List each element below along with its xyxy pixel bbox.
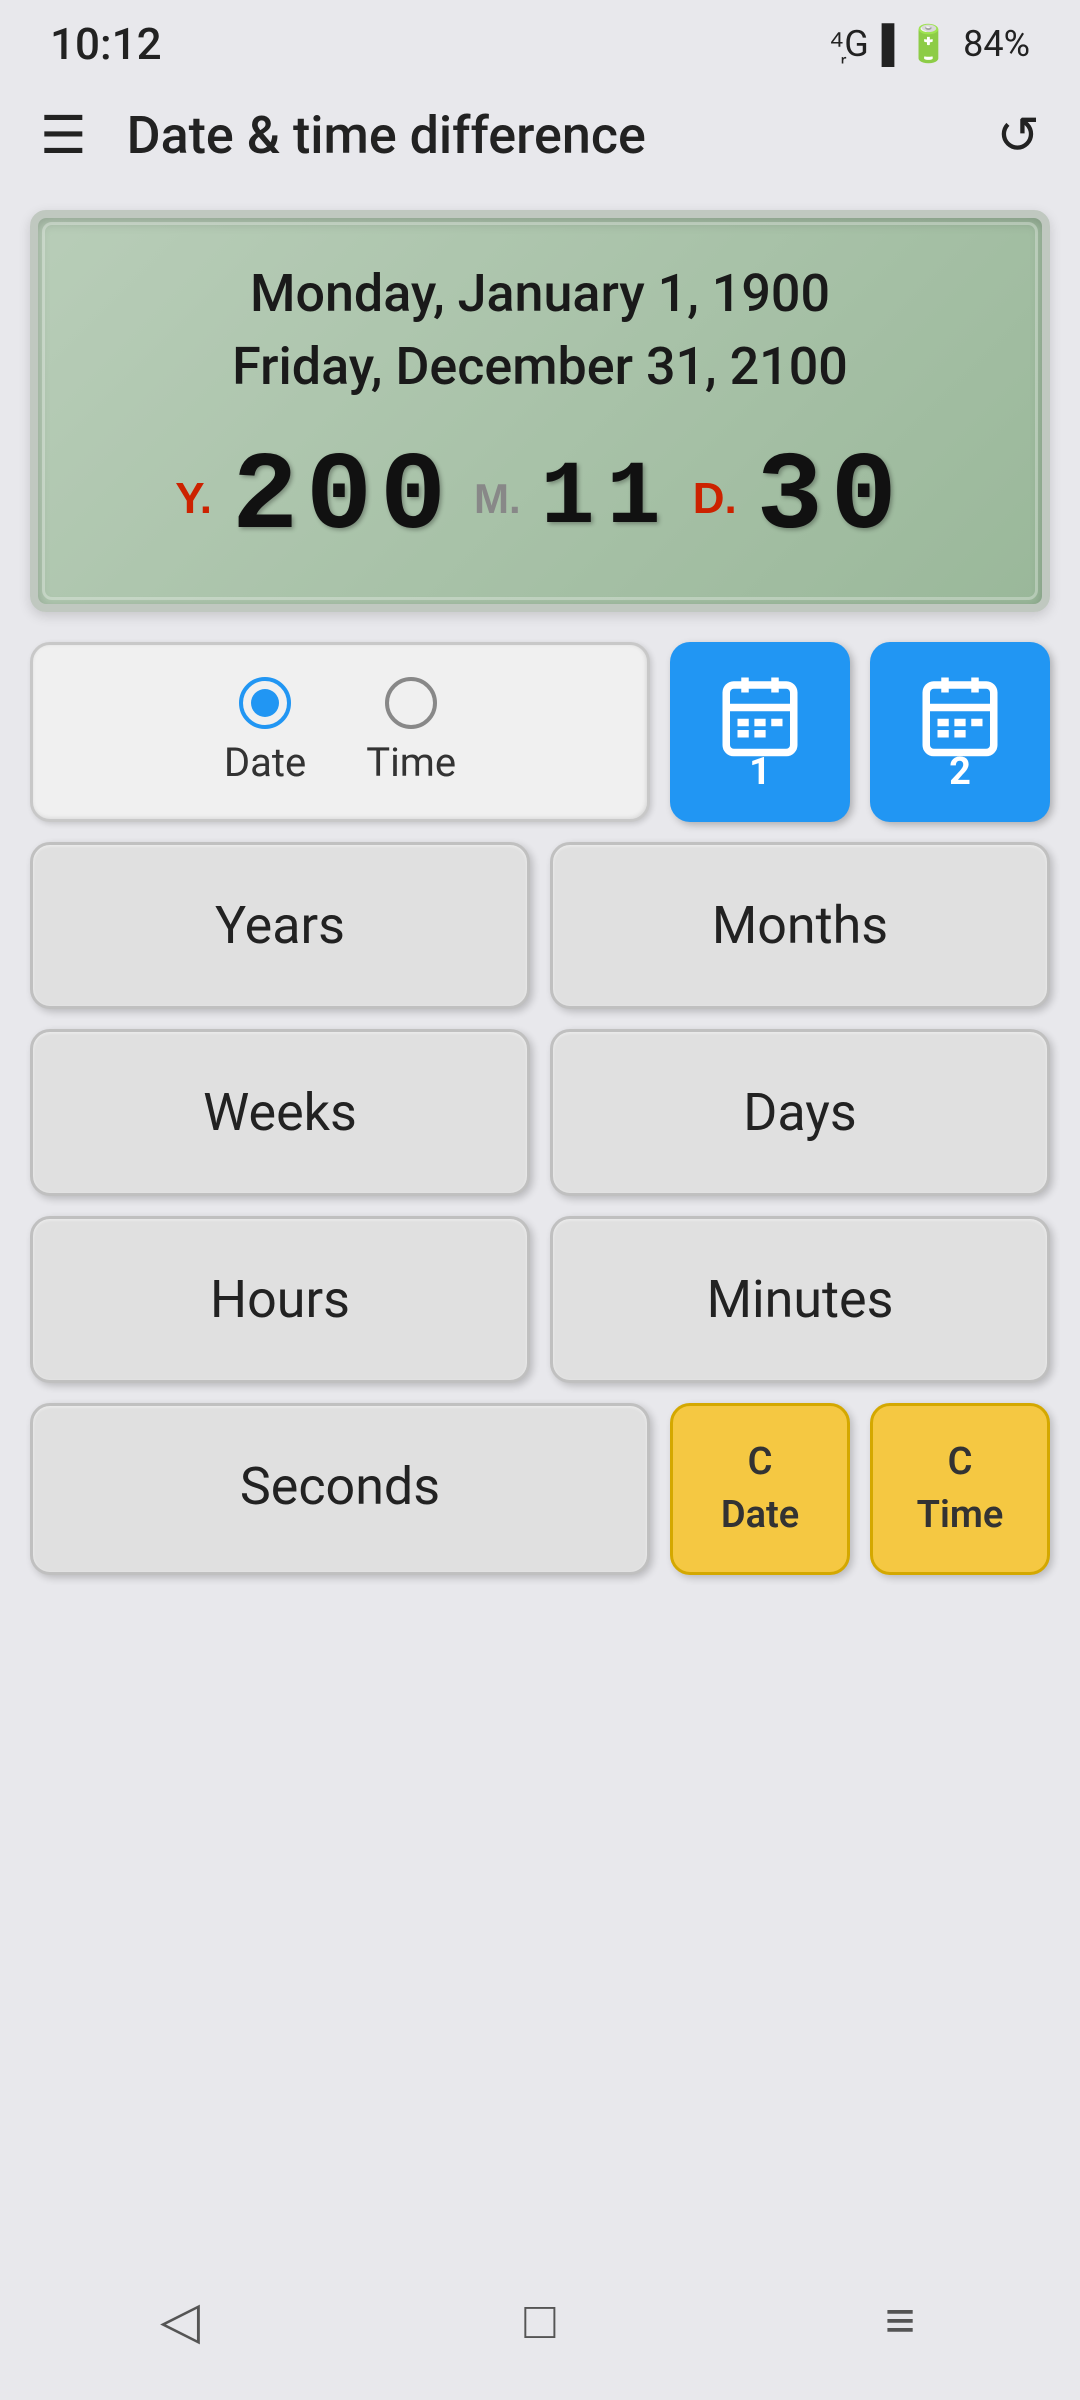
back-icon: ◁ [160,2290,200,2351]
cal1-num: 1 [749,750,771,794]
year-label: Y. [175,474,212,524]
year-value: 200 [232,444,454,554]
date-mode-option[interactable]: Date [224,677,306,786]
history-icon[interactable]: ↺ [996,105,1040,166]
cal2-num: 2 [949,750,971,794]
bottom-row: Seconds C Date C Time [30,1403,1050,1575]
app-header: ☰ Date & time difference ↺ [0,80,1080,190]
buttons-area: Date Time 1 [30,642,1050,1575]
weeks-button[interactable]: Weeks [30,1029,530,1196]
day-label: D. [693,474,737,524]
calendar1-icon [715,670,805,760]
menu-icon[interactable]: ☰ [40,105,87,166]
months-button[interactable]: Months [550,842,1050,1009]
calendar2-icon [915,670,1005,760]
hours-minutes-row: Hours Minutes [30,1216,1050,1383]
calendar2-button[interactable]: 2 [870,642,1050,822]
hours-button[interactable]: Hours [30,1216,530,1383]
clear-time-c: C [948,1436,973,1489]
status-bar: 10:12 ⁴᷊G▐ 🔋 84% [0,0,1080,80]
clear-date-label: Date [721,1489,799,1542]
display-result: Y. 200 M. 11 D. 30 [88,444,992,554]
home-button[interactable]: □ [480,2280,600,2360]
date2-display: Friday, December 31, 2100 [88,331,992,404]
month-value: 11 [541,454,673,544]
date1-display: Monday, January 1, 1900 [88,258,992,331]
clear-time-label: Time [917,1489,1004,1542]
years-button[interactable]: Years [30,842,530,1009]
display-dates: Monday, January 1, 1900 Friday, December… [88,258,992,404]
time-mode-option[interactable]: Time [366,677,456,786]
status-icons: ⁴᷊G▐ 🔋 84% [829,23,1030,65]
back-button[interactable]: ◁ [120,2280,240,2360]
clear-date-button[interactable]: C Date [670,1403,850,1575]
battery-percent: 84% [963,23,1030,65]
date-radio-label: Date [224,739,306,786]
signal-icon: ⁴᷊G▐ [829,23,895,65]
battery-icon: 🔋 [906,23,951,65]
calendar1-button[interactable]: 1 [670,642,850,822]
clear-time-button[interactable]: C Time [870,1403,1050,1575]
years-months-row: Years Months [30,842,1050,1009]
home-icon: □ [524,2290,555,2351]
weeks-days-row: Weeks Days [30,1029,1050,1196]
date-radio[interactable] [239,677,291,729]
time-radio[interactable] [385,677,437,729]
time-radio-label: Time [366,739,456,786]
recents-button[interactable]: ≡ [840,2280,960,2360]
page-title: Date & time difference [127,105,997,166]
display-panel: Monday, January 1, 1900 Friday, December… [30,210,1050,612]
mode-row: Date Time 1 [30,642,1050,822]
mode-selector[interactable]: Date Time [30,642,650,822]
month-label: M. [474,475,521,523]
clear-date-c: C [748,1436,773,1489]
recents-icon: ≡ [885,2290,915,2351]
minutes-button[interactable]: Minutes [550,1216,1050,1383]
nav-bar: ◁ □ ≡ [0,2260,1080,2400]
seconds-button[interactable]: Seconds [30,1403,650,1575]
status-time: 10:12 [50,18,162,70]
days-button[interactable]: Days [550,1029,1050,1196]
day-value: 30 [757,444,905,554]
